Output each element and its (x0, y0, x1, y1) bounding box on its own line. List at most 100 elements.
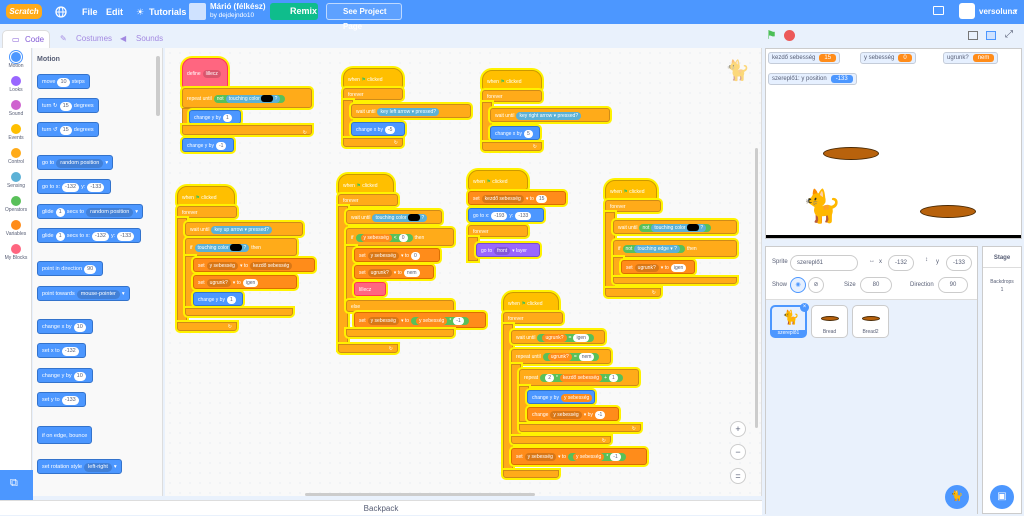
tutorials-button[interactable]: Tutorials (149, 0, 186, 24)
change-variable-block[interactable]: change y sebesség ▾ by -1 (527, 407, 619, 421)
sprite-thumb-bread2[interactable]: Bread2 (852, 305, 889, 338)
forever-block[interactable]: forever (343, 88, 403, 100)
bounce-block[interactable]: if on edge, bounce (37, 426, 93, 444)
wait-until-block[interactable]: wait until ugrunk? = igen (511, 330, 605, 344)
if-else-block[interactable]: if y sebesség <0 then (346, 228, 454, 246)
category-events-icon[interactable] (11, 124, 21, 134)
category-label[interactable]: Sensing (0, 183, 32, 189)
wait-until-block[interactable]: wait until not touching color ? (613, 220, 737, 234)
palette-scrollbar[interactable] (156, 56, 160, 116)
chevron-down-icon[interactable]: ▾ (1014, 0, 1018, 24)
set-ugrunk-block[interactable]: set ugrunk? ▾ to igen (621, 260, 695, 274)
when-flag-clicked-hat[interactable]: when ⚑ clicked (177, 186, 235, 206)
change-y-block[interactable]: change y by 1 (189, 110, 241, 124)
see-project-page-button[interactable]: See Project Page (326, 3, 402, 31)
edit-menu[interactable]: Edit (106, 0, 123, 24)
globe-icon[interactable] (54, 0, 68, 24)
when-flag-clicked-hat[interactable]: when ⚑ clicked (503, 292, 559, 312)
category-control-icon[interactable] (11, 148, 21, 158)
change-y-block[interactable]: change y by 1 (193, 292, 243, 306)
sprite-thumb-szereplo1[interactable]: 🐈 × szereplő1 (770, 303, 809, 338)
point-direction-block[interactable]: point in direction 90 (37, 261, 104, 276)
category-operators-icon[interactable] (11, 196, 21, 206)
cat-sprite[interactable]: 🐈 (802, 190, 842, 222)
stage[interactable]: kezdő sebesség 15 y sebesség 0 ugrunk? nem … (765, 48, 1022, 239)
zoom-out-button[interactable]: − (730, 444, 746, 460)
forever-block[interactable]: forever (605, 200, 661, 212)
remix-button[interactable]: Remix (270, 3, 318, 20)
large-stage-icon[interactable] (986, 31, 996, 40)
repeat-until-block[interactable]: repeat until not touching color ? (182, 88, 312, 108)
forever-block[interactable]: forever (482, 90, 542, 102)
add-sprite-button[interactable]: 🐈 (945, 485, 969, 509)
delete-sprite-icon[interactable]: × (800, 303, 809, 312)
define-block[interactable]: define lillecz (182, 58, 228, 88)
call-lillecz-block[interactable]: lillecz (354, 282, 386, 296)
small-stage-icon[interactable] (968, 31, 978, 40)
change-x-block[interactable]: change x by -5 (351, 122, 405, 136)
wait-until-block[interactable]: wait until key left arrow ▾ pressed? (351, 104, 471, 118)
direction-input[interactable]: 90 (938, 277, 968, 293)
go-to-front-block[interactable]: go to front ▾ layer (476, 243, 540, 257)
category-sensing-icon[interactable] (11, 172, 21, 182)
set-x-block[interactable]: set x to -132 (37, 343, 86, 358)
wait-until-block[interactable]: wait until touching color ? (346, 210, 442, 224)
zoom-in-button[interactable]: + (730, 421, 746, 437)
category-motion-icon[interactable] (11, 52, 21, 62)
category-label[interactable]: Variables (0, 231, 32, 237)
code-area[interactable]: define lillecz repeat until not touching co… (165, 48, 762, 496)
set-variable-block-2[interactable]: set ugrunk? ▾ to igen (193, 275, 297, 289)
forever-block[interactable]: forever (177, 206, 237, 218)
turn-right-block[interactable]: turn ↻ 15 degrees (37, 98, 99, 113)
bread-sprite[interactable] (823, 147, 879, 160)
change-x-block[interactable]: change x by 10 (37, 319, 93, 334)
scratch-logo[interactable]: Scratch (6, 4, 42, 19)
set-kezdo-block[interactable]: set kezdő sebesség ▾ to 15 (468, 191, 566, 205)
horizontal-scrollbar[interactable] (305, 493, 535, 496)
green-flag-button[interactable]: ⚑ (766, 29, 779, 42)
when-flag-clicked-hat[interactable]: when ⚑ clicked (343, 68, 403, 88)
size-input[interactable]: 80 (860, 277, 892, 293)
category-sound-icon[interactable] (11, 100, 21, 110)
zoom-reset-button[interactable]: = (730, 468, 746, 484)
stop-button[interactable] (784, 30, 795, 41)
forever-block[interactable]: forever (468, 225, 528, 237)
forever-block[interactable]: forever (338, 194, 398, 206)
sprite-name-input[interactable]: szereplő1 (790, 255, 858, 271)
rotation-style-block[interactable]: set rotation style left-right ▾ (37, 459, 122, 474)
category-label[interactable]: Motion (0, 63, 32, 69)
y-input[interactable]: -133 (946, 255, 972, 271)
repeat-until-block[interactable]: repeat until ugrunk? = nem (511, 349, 611, 364)
category-my-blocks-icon[interactable] (11, 244, 21, 254)
bread2-sprite[interactable] (920, 205, 976, 218)
glide-random-block[interactable]: glide 1 secs to random position ▾ (37, 204, 144, 219)
move-steps-block[interactable]: move 10 steps (37, 74, 90, 89)
category-label[interactable]: Events (0, 135, 32, 141)
if-block[interactable]: if not touching edge ▾ ? then (613, 240, 737, 257)
avatar[interactable] (959, 3, 975, 19)
change-y-block[interactable]: change y by y sebesség (527, 390, 595, 404)
tab-code[interactable]: ▭ Code (2, 30, 50, 48)
when-flag-clicked-hat[interactable]: when ⚑ clicked (605, 180, 657, 200)
change-x-block[interactable]: change x by 5 (490, 126, 540, 140)
wait-until-block[interactable]: wait until key up arrow ▾ pressed? (185, 222, 303, 236)
category-looks-icon[interactable] (11, 76, 21, 86)
category-label[interactable]: Operators (0, 207, 32, 213)
when-flag-clicked-hat[interactable]: when ⚑ clicked (468, 170, 528, 190)
sprite-thumb-bread[interactable]: Bread (811, 305, 848, 338)
set-variable-block[interactable]: set y sebesség ▾ to kezdő sebesség (193, 258, 315, 272)
backpack[interactable]: Backpack (0, 500, 762, 515)
folder-icon[interactable] (933, 6, 944, 15)
x-input[interactable]: -132 (888, 255, 914, 271)
goto-xy-block[interactable]: go to x: -193 y: -133 (468, 208, 544, 222)
category-variables-icon[interactable] (11, 220, 21, 230)
category-label[interactable]: My Blocks (0, 255, 32, 261)
goto-block[interactable]: go to random position ▾ (37, 155, 114, 170)
set-variable-block-3[interactable]: set y sebesség ▾ to y sebesség * -1 (354, 312, 486, 328)
vertical-scrollbar[interactable] (755, 148, 758, 428)
set-variable-block[interactable]: set y sebesség ▾ to y sebesség * -1 (511, 448, 647, 465)
glide-xy-block[interactable]: glide 1 secs to x: -132 y: -133 (37, 228, 142, 243)
add-extension-button[interactable]: ⧉ (0, 470, 33, 500)
category-label[interactable]: Looks (0, 87, 32, 93)
file-menu[interactable]: File (82, 0, 98, 24)
